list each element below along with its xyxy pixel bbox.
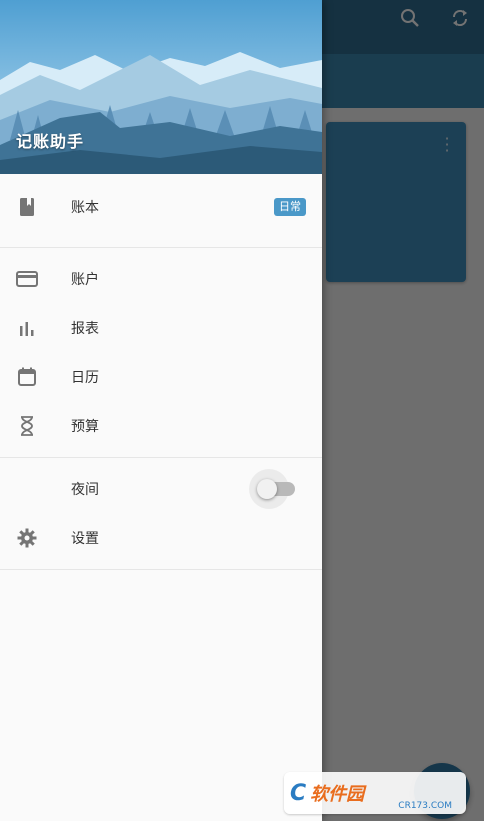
menu-item-accounts[interactable]: 账户: [0, 254, 322, 303]
menu-item-settings[interactable]: 设置: [0, 513, 322, 562]
divider: [0, 247, 322, 248]
menu-item-budget[interactable]: 预算: [0, 401, 322, 450]
menu-item-label: 设置: [71, 530, 99, 547]
bar-chart-icon: [16, 317, 38, 339]
book-icon: [16, 196, 38, 218]
book-badge: 日常: [274, 198, 306, 216]
watermark-brand: 软件园: [310, 784, 365, 805]
drawer-header: 记账助手: [0, 0, 322, 174]
app-name: 记账助手: [16, 132, 85, 151]
menu-item-book[interactable]: 账本 日常: [0, 174, 322, 240]
menu-item-label: 夜间: [71, 481, 99, 498]
menu-item-night-mode[interactable]: 夜间: [0, 464, 322, 513]
menu-item-label: 账户: [71, 271, 99, 288]
menu-item-label: 日历: [71, 369, 99, 386]
watermark-c-icon: C: [290, 780, 307, 806]
drawer-menu: 账本 日常 账户 报表 日历 预算 夜间 设置: [0, 174, 322, 570]
watermark-site: CR173.COM: [398, 801, 452, 811]
menu-item-calendar[interactable]: 日历: [0, 352, 322, 401]
menu-item-label: 报表: [71, 320, 99, 337]
night-mode-toggle[interactable]: [249, 468, 297, 509]
divider: [0, 569, 322, 570]
hourglass-icon: [16, 415, 38, 437]
menu-item-reports[interactable]: 报表: [0, 303, 322, 352]
credit-card-icon: [16, 268, 38, 290]
divider: [0, 457, 322, 458]
moon-icon: [16, 478, 38, 500]
watermark-logo: C 软件园 CR173.COM: [284, 772, 466, 814]
menu-item-label: 预算: [71, 418, 99, 435]
gear-icon: [16, 527, 38, 549]
navigation-drawer: 记账助手 账本 日常 账户 报表 日历 预算 夜间 设置: [0, 0, 322, 821]
calendar-icon: [16, 366, 38, 388]
menu-item-label: 账本: [71, 200, 99, 216]
